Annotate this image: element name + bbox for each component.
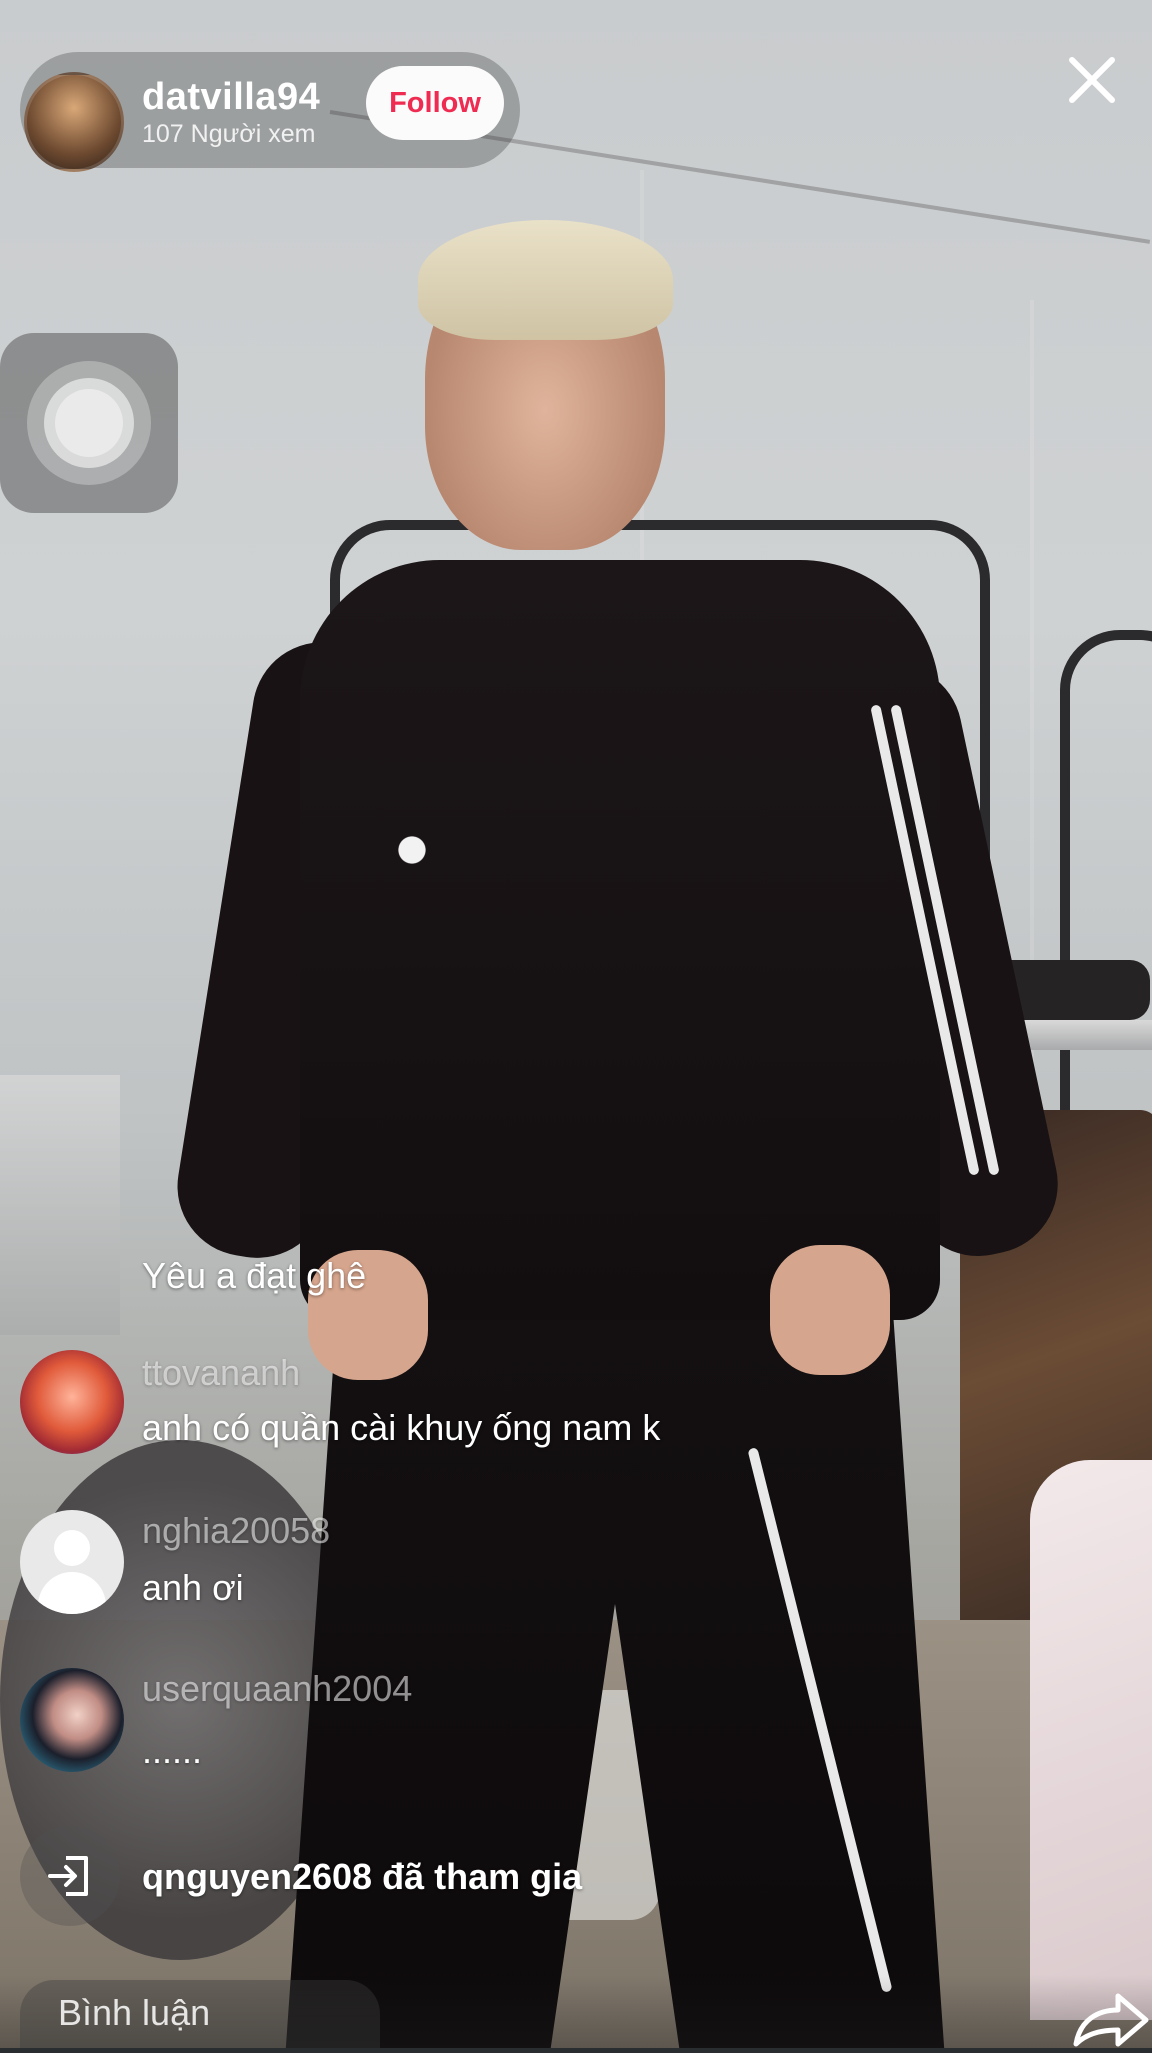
comment-username[interactable]: ttovananh	[142, 1352, 300, 1394]
comment-text: anh ơi	[142, 1567, 244, 1608]
assistive-touch-ring	[55, 389, 123, 457]
comment-input-placeholder: Bình luận	[58, 1992, 211, 2033]
comment-avatar[interactable]	[20, 1510, 124, 1614]
comment-input[interactable]: Bình luận	[20, 1980, 380, 2048]
host-username[interactable]: datvilla94	[142, 76, 320, 119]
jacket-logo	[380, 820, 444, 870]
comment-text: ......	[142, 1730, 203, 1771]
viewer-count[interactable]: 107 Người xem	[142, 120, 315, 149]
clothing-rack	[1060, 630, 1152, 1140]
share-icon[interactable]	[1070, 1990, 1150, 2048]
default-avatar-head	[54, 1530, 90, 1566]
follow-button[interactable]: Follow	[366, 66, 504, 140]
default-avatar-body	[38, 1572, 106, 1614]
comment-avatar[interactable]	[20, 1668, 124, 1772]
mirror-cabinet	[0, 1075, 120, 1335]
plastic-chair	[1030, 1460, 1152, 2020]
close-icon[interactable]	[1060, 48, 1124, 112]
person-hand-right	[770, 1245, 890, 1375]
comment-text: Yêu a đạt ghê	[142, 1255, 367, 1296]
comment-username[interactable]: nghia20058	[142, 1510, 330, 1552]
person-torso	[300, 560, 940, 1320]
assistive-touch-icon[interactable]	[0, 333, 178, 513]
join-icon	[20, 1826, 120, 1926]
comment-username[interactable]: userquaanh2004	[142, 1668, 412, 1710]
person-hair	[418, 220, 673, 340]
host-avatar[interactable]	[24, 72, 124, 172]
join-notice: qnguyen2608 đã tham gia	[142, 1856, 583, 1897]
comment-avatar[interactable]	[20, 1350, 124, 1454]
comment-text: anh có quần cài khuy ống nam k	[142, 1407, 661, 1448]
